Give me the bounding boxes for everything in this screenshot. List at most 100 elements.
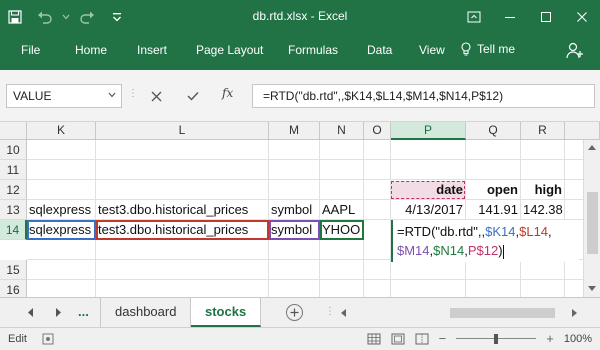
tab-formulas[interactable]: Formulas <box>288 43 338 57</box>
cell-q12[interactable]: open <box>466 180 520 200</box>
window-controls <box>456 0 600 34</box>
scroll-up-icon[interactable] <box>588 144 596 150</box>
enter-button[interactable] <box>184 87 202 105</box>
status-bar: Edit − + 100% <box>0 327 600 350</box>
title-bar: db.rtd.xlsx - Excel <box>0 0 600 34</box>
scroll-left-icon[interactable] <box>340 309 346 317</box>
zoom-level[interactable]: 100% <box>564 333 592 345</box>
cell-m13[interactable]: symbol <box>269 200 319 220</box>
cancel-icon <box>151 91 161 101</box>
select-all-button[interactable] <box>0 122 27 140</box>
vertical-scrollbar[interactable] <box>583 140 600 297</box>
gridline <box>27 159 600 160</box>
more-sheets-button[interactable]: ... <box>78 304 89 319</box>
gridline <box>363 140 364 297</box>
column-header-n[interactable]: N <box>320 122 364 140</box>
prev-sheet-icon[interactable] <box>27 308 34 317</box>
horizontal-scroll-thumb[interactable] <box>450 308 555 318</box>
add-person-icon <box>566 42 583 59</box>
tab-home[interactable]: Home <box>75 43 107 57</box>
tab-page-layout[interactable]: Page Layout <box>196 43 263 57</box>
column-header-m[interactable]: M <box>269 122 320 140</box>
column-header-o[interactable]: O <box>364 122 391 140</box>
page-break-view-icon[interactable] <box>415 333 429 345</box>
view-controls: − + 100% <box>367 331 592 346</box>
cell-l14[interactable]: test3.dbo.historical_prices <box>96 220 268 240</box>
cell-r13[interactable]: 142.38 <box>521 200 564 220</box>
row-header-13[interactable]: 13 <box>0 200 27 220</box>
formula-comma: , <box>548 224 552 239</box>
scroll-down-icon[interactable] <box>588 286 596 292</box>
zoom-slider[interactable] <box>456 333 537 345</box>
cell-m14[interactable]: symbol <box>269 220 319 240</box>
close-button[interactable] <box>564 0 600 34</box>
vertical-scroll-thumb[interactable] <box>587 192 598 254</box>
tab-split-handle[interactable]: ⋮ <box>325 306 335 317</box>
worksheet-grid: K L M N O P Q R 10 11 12 13 14 15 16 dat… <box>0 122 600 297</box>
cancel-entry-button[interactable] <box>147 87 165 105</box>
cell-p12[interactable]: date <box>391 180 465 200</box>
maximize-button[interactable] <box>528 0 564 34</box>
chevron-down-icon[interactable] <box>108 92 116 98</box>
formula-input[interactable]: =RTD("db.rtd",,$K14,$L14,$M14,$N14,P$12) <box>252 84 595 108</box>
scroll-right-icon[interactable] <box>572 309 578 317</box>
formula-ref-l14: $L14 <box>519 224 549 239</box>
name-box[interactable]: VALUE <box>6 84 122 108</box>
minimize-button[interactable] <box>492 0 528 34</box>
zoom-out-button[interactable]: − <box>439 331 447 346</box>
tell-me-box[interactable]: Tell me <box>460 42 515 56</box>
row-header-16[interactable]: 16 <box>0 280 27 297</box>
share-button[interactable] <box>566 42 584 63</box>
normal-view-icon[interactable] <box>367 333 381 345</box>
checkmark-icon <box>187 92 199 101</box>
column-header-p[interactable]: P <box>391 122 466 140</box>
column-header-q[interactable]: Q <box>466 122 521 140</box>
formula-ref-p12: P$12 <box>467 243 499 258</box>
column-header-blank[interactable] <box>565 122 600 140</box>
row-header-15[interactable]: 15 <box>0 260 27 280</box>
lightbulb-icon <box>461 42 471 56</box>
zoom-slider-thumb[interactable] <box>494 333 499 344</box>
cell-p13[interactable]: 4/13/2017 <box>391 200 465 220</box>
next-sheet-icon[interactable] <box>55 308 62 317</box>
cell-k13[interactable]: sqlexpress <box>27 200 95 220</box>
sheet-tab-dashboard[interactable]: dashboard <box>100 298 192 327</box>
add-sheet-button[interactable] <box>286 304 303 321</box>
horizontal-scrollbar[interactable] <box>340 306 580 320</box>
tab-data[interactable]: Data <box>367 43 392 57</box>
tab-view[interactable]: View <box>419 43 445 57</box>
tab-insert[interactable]: Insert <box>137 43 167 57</box>
cell-mode-indicator: Edit <box>8 333 27 345</box>
sheet-tab-stocks[interactable]: stocks <box>191 298 262 327</box>
macro-recording-icon[interactable] <box>42 333 54 345</box>
minimize-icon <box>505 17 515 18</box>
insert-function-button[interactable]: fx <box>222 86 233 100</box>
column-header-k[interactable]: K <box>27 122 96 140</box>
column-header-r[interactable]: R <box>521 122 565 140</box>
cell-n13[interactable]: AAPL <box>320 200 363 220</box>
row-header-10[interactable]: 10 <box>0 140 27 160</box>
formula-ref-k14: $K14 <box>485 224 516 239</box>
zoom-in-button[interactable]: + <box>546 331 554 346</box>
cell-area[interactable]: date open high sqlexpress test3.dbo.hist… <box>27 140 600 297</box>
tab-file[interactable]: File <box>21 43 40 57</box>
ribbon-options-button[interactable] <box>456 0 492 34</box>
cell-l13[interactable]: test3.dbo.historical_prices <box>96 200 268 220</box>
formula-ref-n14: $N14 <box>433 243 465 258</box>
cell-n14[interactable]: YHOO <box>320 220 363 240</box>
formula-bar-resize-handle[interactable]: ⋮ <box>128 88 139 99</box>
formula-prefix: =RTD("db.rtd",, <box>397 224 486 239</box>
row-header-12[interactable]: 12 <box>0 180 27 200</box>
cell-k14[interactable]: sqlexpress <box>27 220 95 240</box>
plus-icon <box>290 308 299 317</box>
cell-p14-editor[interactable]: =RTD("db.rtd",,$K14,$L14, $M14,$N14,P$12) <box>391 220 579 262</box>
page-layout-view-icon[interactable] <box>391 333 405 345</box>
cell-q13[interactable]: 141.91 <box>466 200 520 220</box>
row-header-11[interactable]: 11 <box>0 160 27 180</box>
column-header-l[interactable]: L <box>96 122 269 140</box>
cell-r12[interactable]: high <box>521 180 564 200</box>
row-header-14[interactable]: 14 <box>0 220 27 240</box>
tell-me-label: Tell me <box>477 42 516 56</box>
ribbon-tabs: File Home Insert Page Layout Formulas Da… <box>0 34 600 70</box>
sheet-tab-bar: ... dashboard stocks ⋮ <box>0 297 600 327</box>
